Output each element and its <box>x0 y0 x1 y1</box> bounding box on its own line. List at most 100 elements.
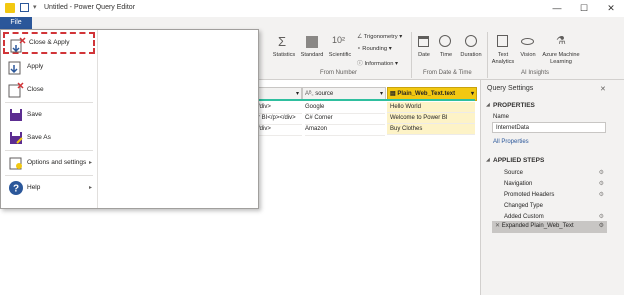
text-analytics-button[interactable]: Text Analytics <box>489 34 517 66</box>
text-analytics-label-2: Analytics <box>491 59 515 65</box>
help-menu-item[interactable]: ? Help ▸ <box>3 177 95 199</box>
menu-divider <box>5 175 93 176</box>
submenu-arrow-icon: ▸ <box>88 185 92 191</box>
rounding-dropdown[interactable]: ∘ Rounding ▾ <box>357 46 392 52</box>
save-menu-item[interactable]: Save <box>3 104 95 126</box>
table-cell[interactable]: Hello World <box>387 102 475 113</box>
query-name-input[interactable]: InternetData <box>492 122 606 133</box>
trigonometry-icon: ∠ <box>357 34 363 40</box>
date-label: Date <box>418 52 430 58</box>
vision-button[interactable]: Vision <box>517 34 539 64</box>
step-label: Added Custom <box>504 214 544 220</box>
menu-item-label: Save <box>27 111 42 118</box>
step-label: Navigation <box>504 181 533 187</box>
azure-ml-label-1: Azure Machine <box>542 52 580 58</box>
trigonometry-label: Trigonometry <box>363 34 398 40</box>
app-icon <box>5 3 15 13</box>
chevron-down-icon: ▾ <box>387 46 392 52</box>
collapse-icon[interactable]: ◢ <box>486 102 490 108</box>
save-icon[interactable] <box>20 3 29 12</box>
ai-insights-group-label: AI Insights <box>521 70 550 76</box>
menu-item-label: Save As <box>27 134 51 141</box>
delete-step-icon[interactable]: ✕ <box>495 223 500 229</box>
menu-item-label: Apply <box>27 63 44 70</box>
stopwatch-icon <box>465 35 477 47</box>
from-number-group-label: From Number <box>320 70 358 76</box>
apply-menu-item[interactable]: Apply <box>3 56 95 78</box>
information-dropdown[interactable]: ⓘ Information ▾ <box>357 58 398 67</box>
table-cell[interactable]: Buy Clothes <box>387 124 475 135</box>
standard-icon <box>306 36 318 48</box>
ribbon-separator <box>487 32 488 78</box>
column-header-label: Plain_Web_Text.text <box>397 91 456 97</box>
statistics-button[interactable]: Σ Statistics <box>270 34 298 62</box>
menu-item-label: Close <box>27 86 44 93</box>
all-properties-link[interactable]: All Properties <box>493 139 529 145</box>
text-type-icon[interactable]: Aᴮ꜀ <box>303 91 314 97</box>
gear-icon[interactable]: ⚙ <box>599 190 604 201</box>
applied-step-selected[interactable]: ✕ Expanded Plain_Web_Text ⚙ <box>492 221 607 233</box>
text-analytics-label-1: Text <box>497 52 509 58</box>
gear-icon[interactable]: ⚙ <box>599 168 604 179</box>
trigonometry-dropdown[interactable]: ∠ Trigonometry ▾ <box>357 34 402 40</box>
text-type-icon[interactable]: ▤ <box>388 91 396 97</box>
step-label: Changed Type <box>504 203 543 209</box>
options-and-settings-menu-item[interactable]: Options and settings ▸ <box>3 152 95 174</box>
applied-step[interactable]: Promoted Headers ⚙ <box>492 190 607 201</box>
submenu-arrow-icon: ▸ <box>88 160 92 166</box>
close-window-button[interactable]: ✕ <box>600 0 622 17</box>
statistics-label: Statistics <box>272 52 296 58</box>
step-label: Source <box>504 170 524 176</box>
options-icon <box>8 155 24 171</box>
close-icon <box>8 82 24 98</box>
from-date-time-group-label: From Date & Time <box>423 70 472 76</box>
save-as-menu-item[interactable]: Save As <box>3 127 95 149</box>
table-cell[interactable]: Amazon <box>305 124 385 136</box>
text-analytics-icon <box>497 35 508 47</box>
apply-icon <box>8 59 24 75</box>
collapse-icon[interactable]: ◢ <box>486 157 490 163</box>
maximize-button[interactable]: ☐ <box>573 0 595 17</box>
table-cell[interactable]: Welcome to Power BI <box>387 113 475 124</box>
scientific-label: Scientific <box>328 52 352 58</box>
menu-item-label: Close & Apply <box>29 39 70 46</box>
clock-icon <box>439 35 451 47</box>
quick-access-dropdown-icon[interactable]: ▾ <box>33 3 37 11</box>
gear-icon[interactable]: ⚙ <box>599 221 604 232</box>
sigma-icon: Σ <box>278 34 287 49</box>
close-menu-item[interactable]: Close <box>3 79 95 101</box>
gear-icon[interactable]: ⚙ <box>599 179 604 190</box>
applied-step[interactable]: Source ⚙ <box>492 168 607 179</box>
standard-label: Standard <box>300 52 324 58</box>
standard-button[interactable]: Standard <box>298 34 326 62</box>
applied-step[interactable]: Changed Type <box>492 201 607 212</box>
azure-ml-button[interactable]: ⚗ Azure Machine Learning <box>539 34 583 66</box>
flask-icon: ⚗ <box>556 35 566 47</box>
applied-step[interactable]: Navigation ⚙ <box>492 179 607 190</box>
svg-text:?: ? <box>13 184 19 195</box>
close-and-apply-menu-item[interactable]: Close & Apply <box>3 32 95 54</box>
file-tab[interactable]: File <box>0 17 32 29</box>
minimize-button[interactable]: — <box>546 0 568 17</box>
applied-steps-heading: APPLIED STEPS <box>493 157 545 164</box>
query-settings-title: Query Settings <box>487 85 534 92</box>
scientific-button[interactable]: 10² Scientific <box>326 34 354 62</box>
column-quality-bar <box>258 99 475 101</box>
column-header-label: source <box>315 91 334 97</box>
table-cell[interactable]: /div> <box>258 124 302 136</box>
title-bar: ▾ Untitled - Power Query Editor — ☐ ✕ <box>0 0 624 18</box>
close-pane-icon[interactable]: ✕ <box>600 85 606 93</box>
chevron-down-icon: ▾ <box>397 34 403 40</box>
step-label: Expanded Plain_Web_Text <box>501 223 574 229</box>
information-icon: ⓘ <box>357 61 363 67</box>
menu-item-label: Help <box>27 184 41 191</box>
file-menu: Close & Apply Apply Close Save Save As O… <box>0 29 259 209</box>
menu-divider <box>5 102 93 103</box>
menu-divider <box>5 150 93 151</box>
date-button[interactable]: Date <box>414 34 434 64</box>
duration-button[interactable]: Duration <box>458 34 484 64</box>
ribbon-separator <box>411 32 412 78</box>
help-icon: ? <box>8 180 24 196</box>
time-button[interactable]: Time <box>435 34 457 64</box>
name-label: Name <box>493 114 510 120</box>
